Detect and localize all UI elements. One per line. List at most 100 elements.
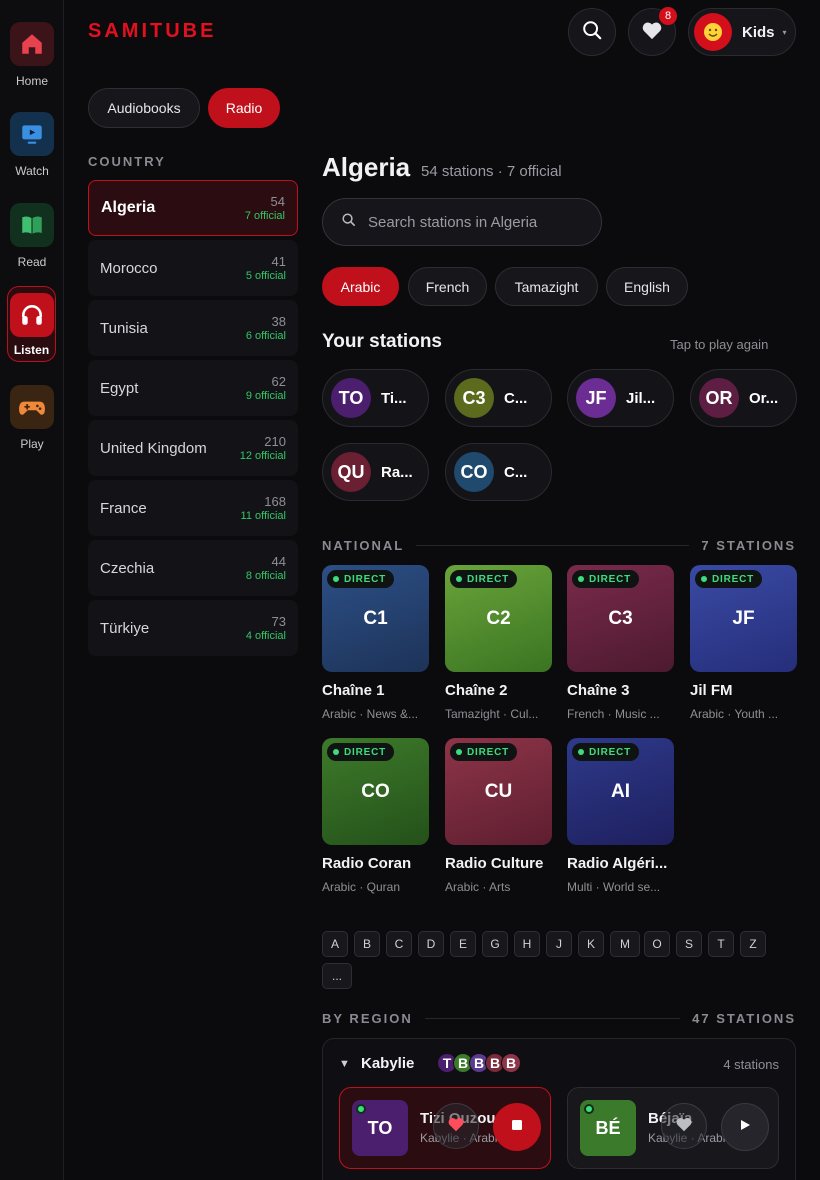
country-caption: COUNTRY: [88, 154, 166, 169]
brand-logo[interactable]: SAMITUBE: [88, 20, 216, 43]
station-card[interactable]: DIRECT C2 Chaîne 2 Tamazight · Cul...: [445, 565, 552, 721]
recent-station-chip[interactable]: CO C...: [445, 443, 552, 501]
letter-filter[interactable]: H: [514, 931, 540, 957]
station-avatar: OR: [699, 378, 739, 418]
chevron-down-icon[interactable]: ▼: [339, 1058, 350, 1070]
recent-station-chip[interactable]: OR Or...: [690, 369, 797, 427]
nav-label: Play: [20, 437, 44, 451]
country-item-czechia[interactable]: Czechia 44 8 official: [88, 540, 298, 596]
country-item-turkiye[interactable]: Türkiye 73 4 official: [88, 600, 298, 656]
lang-filter-tamazight[interactable]: Tamazight: [495, 267, 598, 306]
play-button[interactable]: [721, 1103, 769, 1151]
profile-switcher[interactable]: Kids ▾: [688, 8, 796, 56]
station-meta: Arabic · Youth ...: [690, 707, 779, 721]
country-official: 8 official: [245, 570, 286, 582]
station-card[interactable]: DIRECT AI Radio Algéri... Multi · World …: [567, 738, 674, 894]
country-name: United Kingdom: [100, 439, 207, 457]
letter-filter[interactable]: D: [418, 931, 444, 957]
country-item-tunisia[interactable]: Tunisia 38 6 official: [88, 300, 298, 356]
letter-filter[interactable]: O: [644, 931, 670, 957]
book-icon: [10, 203, 54, 247]
country-item-egypt[interactable]: Egypt 62 9 official: [88, 360, 298, 416]
country-item-france[interactable]: France 168 11 official: [88, 480, 298, 536]
letter-filter[interactable]: T: [708, 931, 734, 957]
country-official: 4 official: [245, 630, 286, 642]
station-name: Radio Coran: [322, 855, 412, 872]
search-button[interactable]: [568, 8, 616, 56]
station-name: C...: [504, 389, 528, 407]
letter-filter[interactable]: G: [482, 931, 508, 957]
lang-filter-french[interactable]: French: [408, 267, 487, 306]
station-avatar: TO: [331, 378, 371, 418]
station-card[interactable]: DIRECT C1 Chaîne 1 Arabic · News &...: [322, 565, 429, 721]
station-meta: Arabic · Quran: [322, 880, 401, 894]
station-meta: Arabic · News &...: [322, 707, 419, 721]
nav-item-read[interactable]: Read: [8, 203, 56, 269]
tab-radio[interactable]: Radio: [208, 88, 280, 128]
favorite-button[interactable]: [433, 1103, 479, 1149]
station-summary: 54 stations · 7 official: [421, 163, 562, 180]
country-item-united-kingdom[interactable]: United Kingdom 210 12 official: [88, 420, 298, 476]
station-name: Ra...: [381, 463, 413, 481]
region-station-tile[interactable]: TO Tizi Ouzou Kabylie · Arabic: [339, 1087, 551, 1169]
favorites-button[interactable]: 8: [628, 7, 677, 56]
live-badge: DIRECT: [450, 743, 518, 761]
recent-station-chip[interactable]: C3 C...: [445, 369, 552, 427]
letter-filter-more[interactable]: ...: [322, 963, 352, 989]
section-caption: BY REGION: [322, 1011, 413, 1026]
live-badge: DIRECT: [450, 570, 518, 588]
region-station-tile[interactable]: BÉ Béjaïa Kabylie · Arabic: [567, 1087, 779, 1169]
station-card[interactable]: DIRECT C3 Chaîne 3 French · Music ...: [567, 565, 674, 721]
search-icon: [341, 212, 356, 232]
station-artwork: DIRECT C2: [445, 565, 552, 672]
recent-station-chip[interactable]: JF Jil...: [567, 369, 674, 427]
search-input[interactable]: [368, 213, 588, 231]
tab-audiobooks[interactable]: Audiobooks: [88, 88, 200, 128]
live-dot-icon: [356, 1104, 366, 1114]
station-name: Jil...: [626, 389, 656, 407]
letter-filter[interactable]: C: [386, 931, 412, 957]
country-official: 5 official: [245, 270, 286, 282]
letter-filter[interactable]: A: [322, 931, 348, 957]
nav-item-listen[interactable]: Listen: [7, 286, 56, 362]
stop-button[interactable]: [493, 1103, 541, 1151]
favorite-button[interactable]: [661, 1103, 707, 1149]
station-search[interactable]: [322, 198, 602, 246]
region-name[interactable]: Kabylie: [361, 1055, 414, 1072]
station-name: Chaîne 3: [567, 682, 630, 699]
station-card[interactable]: DIRECT CU Radio Culture Arabic · Arts: [445, 738, 552, 894]
station-artwork: DIRECT C1: [322, 565, 429, 672]
tap-hint: Tap to play again: [670, 337, 769, 352]
stop-icon: [511, 1118, 523, 1136]
nav-label: Watch: [15, 164, 49, 178]
lang-filter-arabic[interactable]: Arabic: [322, 267, 399, 306]
station-meta: Arabic · Arts: [445, 880, 511, 894]
country-item-algeria[interactable]: Algeria 54 7 official: [88, 180, 298, 236]
letter-filter[interactable]: B: [354, 931, 380, 957]
gamepad-icon: [10, 385, 54, 429]
nav-item-home[interactable]: Home: [8, 22, 56, 88]
recent-station-chip[interactable]: QU Ra...: [322, 443, 429, 501]
section-count: 47 STATIONS: [692, 1011, 796, 1026]
station-artwork: TO: [352, 1100, 408, 1156]
letter-filter[interactable]: M: [610, 931, 640, 957]
profile-name: Kids: [742, 23, 775, 41]
country-count: 168: [264, 494, 286, 509]
station-card[interactable]: DIRECT JF Jil FM Arabic · Youth ...: [690, 565, 797, 721]
station-card[interactable]: DIRECT CO Radio Coran Arabic · Quran: [322, 738, 429, 894]
nav-item-watch[interactable]: Watch: [8, 112, 56, 178]
letter-filter[interactable]: K: [578, 931, 604, 957]
recent-station-chip[interactable]: TO Ti...: [322, 369, 429, 427]
lang-filter-english[interactable]: English: [606, 267, 688, 306]
letter-filter[interactable]: E: [450, 931, 476, 957]
station-meta: Tamazight · Cul...: [445, 707, 539, 721]
country-name: Tunisia: [100, 319, 148, 337]
letter-filter[interactable]: S: [676, 931, 702, 957]
letter-filter[interactable]: J: [546, 931, 572, 957]
country-count: 73: [271, 614, 286, 629]
station-avatar: C3: [454, 378, 494, 418]
station-name: Ti...: [381, 389, 407, 407]
letter-filter[interactable]: Z: [740, 931, 766, 957]
nav-item-play[interactable]: Play: [8, 385, 56, 451]
country-item-morocco[interactable]: Morocco 41 5 official: [88, 240, 298, 296]
